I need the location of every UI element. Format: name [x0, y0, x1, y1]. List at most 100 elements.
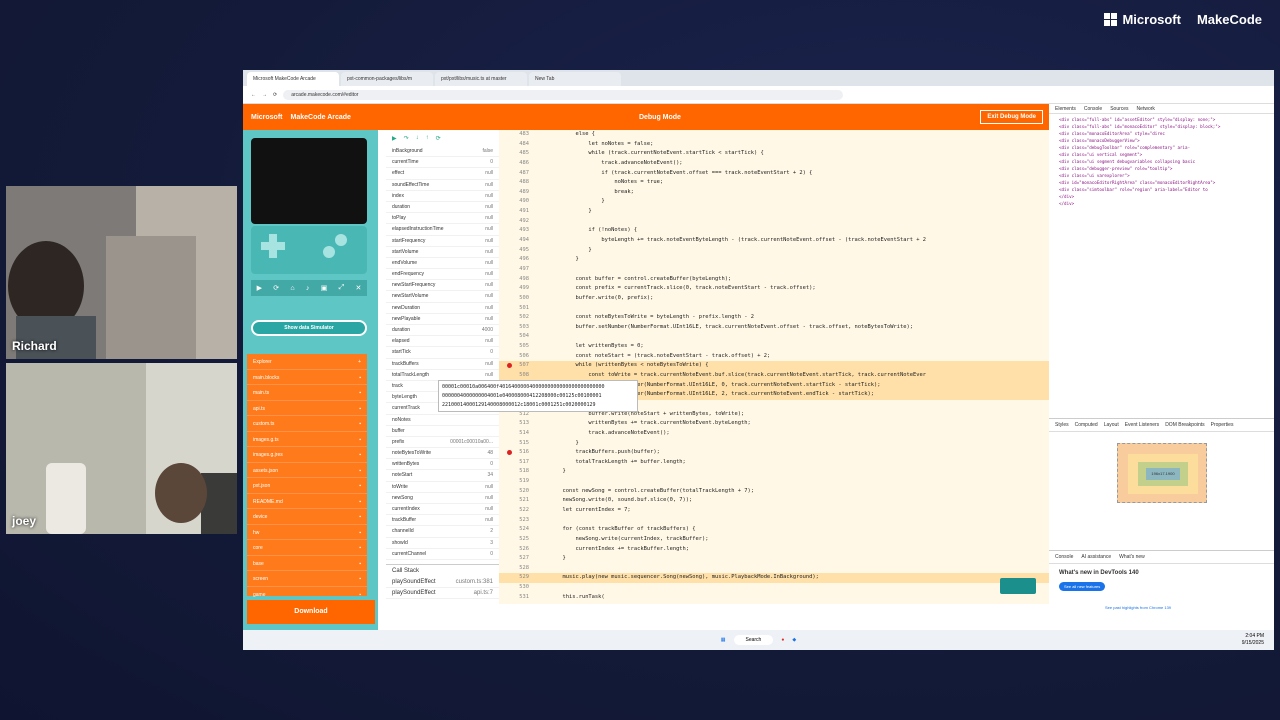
dom-node[interactable]: <div class="debugToolbar" role="compleme… — [1059, 144, 1264, 151]
styles-tab[interactable]: DOM Breakpoints — [1165, 422, 1204, 428]
devtools-tab[interactable]: Console — [1084, 106, 1102, 112]
variable-row[interactable]: newDuration null — [386, 303, 499, 314]
download-button[interactable]: Download — [247, 600, 375, 624]
variable-row[interactable]: inBackground false — [386, 146, 499, 158]
see-all-button[interactable]: See all new features — [1059, 582, 1106, 591]
file-item[interactable]: device ▪ — [247, 509, 367, 525]
variable-row[interactable]: currentChannel 0 — [386, 549, 499, 560]
code-line[interactable]: 528 — [499, 564, 1049, 574]
variable-row[interactable]: effect null — [386, 168, 499, 180]
styles-tab[interactable]: Properties — [1211, 422, 1234, 428]
variable-row[interactable]: trackBuffer null — [386, 515, 499, 527]
search-box[interactable]: Search — [733, 635, 774, 645]
explorer-header[interactable]: Explorer + — [247, 354, 367, 370]
code-line[interactable]: 484 let noNotes = false; — [499, 140, 1049, 150]
code-line[interactable]: 513 writtenBytes += track.currentNoteEve… — [499, 419, 1049, 429]
code-line[interactable]: 498 const buffer = control.createBuffer(… — [499, 275, 1049, 285]
variable-row[interactable]: newStartVolume null — [386, 291, 499, 303]
restart-debug-icon[interactable]: ⟳ — [436, 135, 441, 142]
file-item[interactable]: hw ▪ — [247, 525, 367, 540]
code-line[interactable]: 525 newSong.write(currentIndex, trackBuf… — [499, 535, 1049, 545]
add-file-icon[interactable]: + — [358, 359, 361, 365]
zoom-controls[interactable] — [1000, 578, 1036, 594]
close-icon[interactable]: ✕ — [355, 284, 361, 292]
variable-row[interactable]: endVolume null — [386, 258, 499, 270]
file-item[interactable]: main.blocks ▪ — [247, 370, 367, 385]
dom-node[interactable]: <div class="simtoolbar" role="region" ar… — [1059, 186, 1264, 193]
code-line[interactable]: 514 track.advanceNoteEvent(); — [499, 429, 1049, 439]
code-line[interactable]: 496 } — [499, 255, 1049, 265]
dom-node[interactable]: <div class="ui varexplorer"> — [1059, 172, 1264, 179]
dom-node[interactable]: </div> — [1059, 200, 1264, 207]
variable-row[interactable]: noteBytesToWrite 48 — [386, 448, 499, 460]
drawer-tab[interactable]: What's new — [1119, 554, 1145, 560]
code-line[interactable]: 502 const noteBytesToWrite = byteLength … — [499, 313, 1049, 323]
code-line[interactable]: 495 } — [499, 246, 1049, 256]
code-editor[interactable]: 483 else {484 let noNotes = false; 485 wh… — [499, 130, 1049, 604]
sound-icon[interactable]: ♪ — [306, 285, 310, 292]
code-line[interactable]: 520 const newSong = control.createBuffer… — [499, 487, 1049, 497]
file-item[interactable]: main.ts ▪ — [247, 385, 367, 401]
file-item[interactable]: base ▪ — [247, 556, 367, 571]
code-line[interactable]: 506 const noteStart = (track.noteEventSt… — [499, 352, 1049, 362]
code-line[interactable]: 486 track.advanceNoteEvent(); — [499, 159, 1049, 169]
variable-row[interactable]: elapsed null — [386, 336, 499, 348]
code-line[interactable]: 500 buffer.write(0, prefix); — [499, 294, 1049, 304]
variable-row[interactable]: trackBuffers null — [386, 359, 499, 370]
dom-node[interactable]: <div class="ui vertical segment"> — [1059, 151, 1264, 158]
dom-node[interactable]: <div class="full-abs" id="assetEditor" s… — [1059, 116, 1264, 123]
file-item[interactable]: pxt.json ▪ — [247, 478, 367, 494]
code-line[interactable]: 488 noNotes = true; — [499, 178, 1049, 188]
code-line[interactable]: 517 totalTrackLength += buffer.length; — [499, 458, 1049, 468]
code-line[interactable]: 519 — [499, 477, 1049, 487]
file-item[interactable]: custom.ts ▪ — [247, 416, 367, 432]
reload-icon[interactable]: ⟳ — [273, 92, 277, 98]
variable-row[interactable]: buffer — [386, 426, 499, 437]
variable-row[interactable]: noNotes — [386, 415, 499, 426]
url-field[interactable]: arcade.makecode.com/#editor — [283, 89, 844, 100]
vscode-icon[interactable]: ◆ — [792, 637, 796, 643]
console-gamepad[interactable] — [251, 226, 367, 274]
dom-node[interactable]: <div id="monacoEditorRightArea" class="m… — [1059, 179, 1264, 186]
devtools-tab[interactable]: Sources — [1110, 106, 1128, 112]
variable-row[interactable]: toPlay null — [386, 213, 499, 225]
app-title[interactable]: MakeCode Arcade — [291, 114, 351, 121]
fullscreen-icon[interactable]: ⤢ — [339, 284, 345, 292]
styles-tab[interactable]: Event Listeners — [1125, 422, 1159, 428]
restart-icon[interactable]: ⟳ — [273, 284, 279, 292]
variable-row[interactable]: duration null — [386, 202, 499, 214]
styles-tab[interactable]: Styles — [1055, 422, 1069, 428]
code-line[interactable]: 507 while (writtenBytes < noteBytesToWri… — [499, 361, 1049, 372]
code-line[interactable]: 505 let writtenBytes = 0; — [499, 342, 1049, 352]
code-line[interactable]: 529 music.play(new music.sequencer.Song(… — [499, 573, 1049, 584]
styles-tab[interactable]: Layout — [1104, 422, 1119, 428]
code-line[interactable]: 489 break; — [499, 188, 1049, 198]
code-line[interactable]: 491 } — [499, 207, 1049, 217]
file-item[interactable]: images.g.jres ▪ — [247, 447, 367, 463]
file-item[interactable]: README.md ▪ — [247, 494, 367, 509]
file-item[interactable]: api.ts ▪ — [247, 401, 367, 416]
variable-row[interactable]: duration 4000 — [386, 325, 499, 337]
code-line[interactable]: 516 trackBuffers.push(buffer); — [499, 448, 1049, 458]
back-icon[interactable]: ← — [251, 92, 256, 98]
styles-tab[interactable]: Computed — [1075, 422, 1098, 428]
dom-tree[interactable]: <div class="full-abs" id="assetEditor" s… — [1049, 114, 1274, 408]
variable-row[interactable]: currentIndex null — [386, 504, 499, 516]
browser-tab[interactable]: New Tab — [529, 72, 621, 86]
dom-node[interactable]: <div class="monacoEditorArea" style="dir… — [1059, 130, 1264, 137]
variable-row[interactable]: newStartFrequency null — [386, 280, 499, 292]
variable-row[interactable]: currentTime 0 — [386, 157, 499, 169]
code-line[interactable]: 483 else { — [499, 130, 1049, 140]
code-line[interactable]: 490 } — [499, 197, 1049, 207]
file-item[interactable]: images.g.ts ▪ — [247, 432, 367, 447]
code-line[interactable]: 492 — [499, 217, 1049, 227]
play-icon[interactable]: ▶ — [257, 284, 262, 292]
chrome-icon[interactable]: ● — [781, 637, 784, 643]
browser-tab[interactable]: pxt/pxt/libs/music.ts at master — [435, 72, 527, 86]
dom-node[interactable]: </div> — [1059, 193, 1264, 200]
call-stack-row[interactable]: playSoundEffect custom.ts:381 — [386, 577, 499, 589]
code-line[interactable]: 524 for (const trackBuffer of trackBuffe… — [499, 525, 1049, 535]
variable-row[interactable]: soundEffectTime null — [386, 180, 499, 191]
highlight-link[interactable]: See past highlights from Chrome 139 — [1049, 591, 1274, 610]
code-line[interactable]: 523 — [499, 516, 1049, 526]
